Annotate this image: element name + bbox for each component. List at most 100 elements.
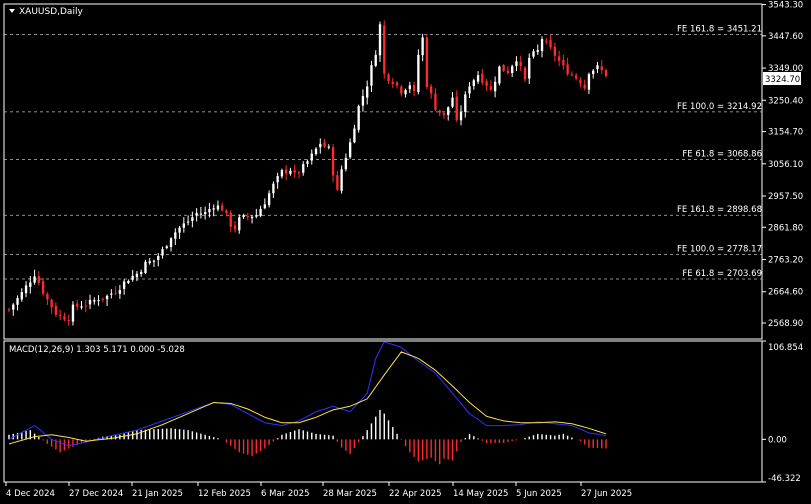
candle-body [536,50,539,52]
candle-body [157,256,160,260]
candle-body [199,213,203,215]
candle-body [438,110,441,113]
candle-body [208,209,211,213]
price-tick-label: 3056.10 [768,160,803,170]
candle-body [148,261,151,264]
fib-label: FE 100.0 = 2778.17 [677,245,762,255]
candle-body [442,113,446,116]
fib-label: FE 100.0 = 3214.92 [677,102,762,112]
candle-body [472,80,475,87]
chart: FE 161.8 = 3451.21 FE 100.0 = 3214.92 FE 6… [0,0,811,504]
candle-body [29,282,32,287]
candle-body [604,70,608,77]
candle-body [67,319,70,322]
candle-body [366,86,369,98]
time-tick-label: 21 Jan 2025 [132,489,183,499]
candle-body [76,303,79,307]
candle-body [84,305,87,307]
candle-body [118,290,122,294]
candle-body [557,56,561,61]
candle-body [110,293,113,295]
candle-body [314,148,318,155]
candle-body [429,86,433,94]
candle-body [579,79,582,84]
candle-body [528,57,531,79]
current-price-value: 3324.70 [765,75,800,85]
candle-body [574,75,578,79]
candle-body [523,67,527,80]
candle-body [127,280,130,283]
candle-body [225,210,228,214]
candle-body [348,142,352,158]
current-price-tag: 3324.70 [763,72,801,85]
candle-body [532,51,535,57]
candle-body [216,205,220,210]
candle-body [88,299,92,305]
price-tick-label: 2568.90 [768,319,803,329]
candle-body [481,73,484,83]
candle-body [447,107,450,115]
candle-body [400,86,403,94]
candle-body [361,95,365,106]
macd-tick-label: -46.322 [768,474,801,484]
time-tick-label: 27 Dec 2024 [69,489,123,499]
candle-body [267,193,271,206]
candle-body [7,309,11,311]
candle-body [395,82,399,86]
candle-body [370,65,373,86]
candle-body [502,64,505,71]
candle-body [306,161,309,164]
candle-body [178,227,181,233]
candle-body [540,39,544,51]
candle-body [336,175,339,190]
candle-body [468,86,471,94]
candle-body [246,216,249,218]
candle-body [515,61,518,67]
candle-body [327,146,330,148]
candle-body [434,93,437,110]
candle-body [71,304,75,322]
candle-body [50,299,53,308]
candle-body [212,208,215,210]
candle-body [250,216,254,219]
candle-body [297,172,301,174]
candle-body [263,204,267,209]
candle-body [122,281,126,289]
candle-body [242,215,245,218]
price-tick-label: 3250.40 [768,96,803,106]
candle-body [464,94,467,112]
price-tick-label: 3543.30 [768,1,803,11]
price-tick-label: 2861.80 [768,223,803,233]
symbol-label: XAUUSD,Daily [19,7,83,17]
candle-body [285,169,288,174]
time-tick-label: 12 Feb 2025 [198,489,251,499]
candle-body [272,183,275,194]
candle-body [374,54,377,66]
candle-body [387,74,390,82]
candle-body [238,217,241,231]
candle-body [80,306,83,308]
candle-body [152,260,156,262]
price-tick-label: 2957.50 [768,192,803,202]
macd-label: MACD(12,26,9) 1.303 5.171 0.000 -5.028 [9,345,185,355]
fib-label: FE 161.8 = 2898.68 [677,205,762,215]
candle-body [63,316,66,320]
candle-body [583,84,586,89]
time-tick-label: 28 Mar 2025 [323,489,377,499]
candle-body [340,169,343,191]
candle-body [97,300,100,302]
candle-body [553,46,557,56]
candle-body [293,170,296,173]
candle-body [425,37,429,87]
candle-body [41,281,45,294]
candle-body [476,75,480,82]
candle-body [135,273,139,278]
time-tick-label: 14 May 2025 [453,489,508,499]
time-tick-label: 4 Dec 2024 [6,489,55,499]
price-tick-label: 3154.70 [768,128,803,138]
candle-body [16,298,19,305]
candle-body [165,246,168,248]
time-tick-label: 6 Mar 2025 [261,489,309,499]
candle-body [289,170,292,174]
candle-body [169,238,173,248]
